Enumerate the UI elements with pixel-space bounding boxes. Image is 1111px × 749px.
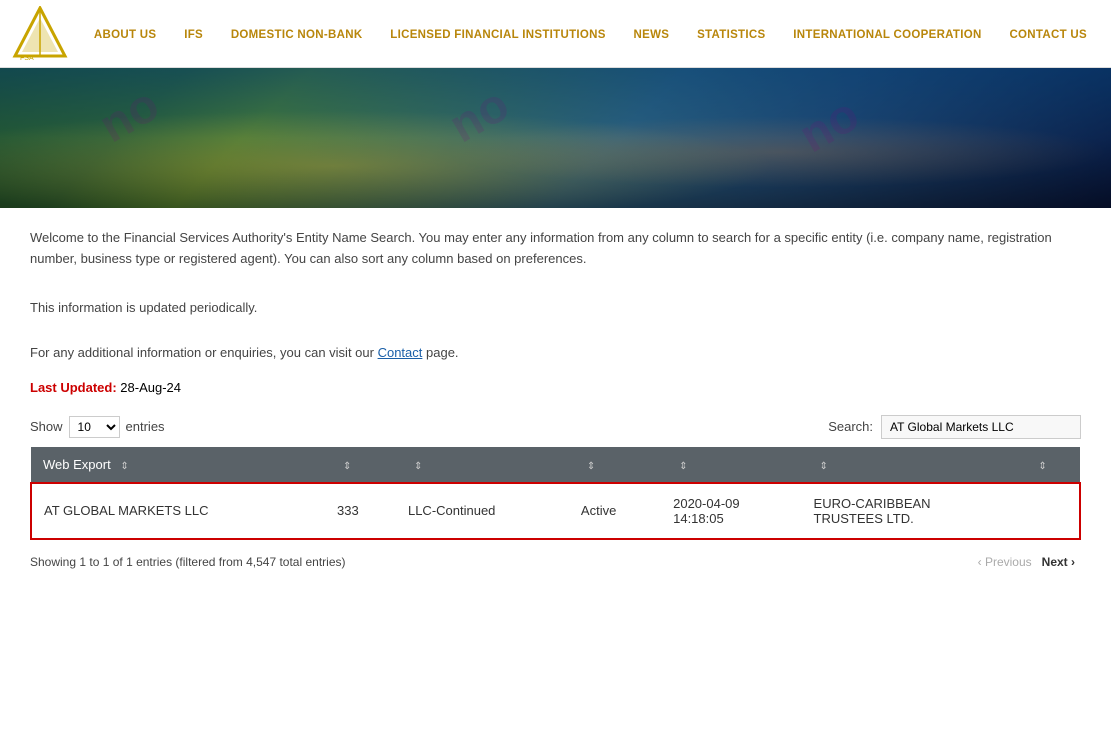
col-header-6[interactable]: ⇕ xyxy=(802,447,1021,483)
contact-link[interactable]: Contact xyxy=(378,345,423,360)
nav-contact-us[interactable]: CONTACT US xyxy=(1005,29,1091,41)
table-row: AT GLOBAL MARKETS LLC 333 LLC-Continued … xyxy=(31,483,1080,539)
entries-label: entries xyxy=(126,419,165,434)
sort-icon-6: ⇕ xyxy=(820,461,828,472)
cell-agent: EURO-CARIBBEAN TRUSTEES LTD. xyxy=(802,483,1021,539)
cell-date-line1: 2020-04-09 xyxy=(673,496,740,511)
pagination-area: Showing 1 to 1 of 1 entries (filtered fr… xyxy=(30,548,1081,571)
col-header-label: Web Export xyxy=(43,457,111,472)
contact-line-before: For any additional information or enquir… xyxy=(30,345,378,360)
showing-text: Showing 1 to 1 of 1 entries (filtered fr… xyxy=(30,555,346,569)
search-input[interactable] xyxy=(881,415,1081,439)
intro-paragraph-3: For any additional information or enquir… xyxy=(30,345,1081,360)
cell-agent-line1: EURO-CARIBBEAN xyxy=(814,496,931,511)
svg-text:FSA: FSA xyxy=(20,55,34,61)
sort-icon-1: ⇕ xyxy=(120,461,128,472)
navigation: FSA ABOUT US IFS DOMESTIC NON-BANK LICEN… xyxy=(0,0,1111,68)
logo: FSA xyxy=(10,6,70,61)
search-area: Search: xyxy=(828,415,1081,439)
show-entries-area: Show 10 25 50 100 entries xyxy=(30,416,165,438)
cell-status: Active xyxy=(569,483,661,539)
nav-licensed-financial[interactable]: LICENSED FINANCIAL INSTITUTIONS xyxy=(386,29,609,41)
cell-extra xyxy=(1020,483,1080,539)
nav-about-us[interactable]: ABOUT US xyxy=(90,29,160,41)
entries-select[interactable]: 10 25 50 100 xyxy=(69,416,120,438)
col-header-7[interactable]: ⇕ xyxy=(1020,447,1080,483)
data-table: Web Export ⇕ ⇕ ⇕ ⇕ ⇕ ⇕ ⇕ AT GLOBAL MARKE… xyxy=(30,447,1081,540)
col-header-3[interactable]: ⇕ xyxy=(396,447,569,483)
cell-business-type: LLC-Continued xyxy=(396,483,569,539)
cell-date-line2: 14:18:05 xyxy=(673,511,724,526)
last-updated: Last Updated: 28-Aug-24 xyxy=(30,380,1081,395)
table-header-row: Web Export ⇕ ⇕ ⇕ ⇕ ⇕ ⇕ ⇕ xyxy=(31,447,1080,483)
cell-date: 2020-04-09 14:18:05 xyxy=(661,483,801,539)
last-updated-date: 28-Aug-24 xyxy=(120,380,181,395)
sort-icon-5: ⇕ xyxy=(679,461,687,472)
cell-company-name: AT GLOBAL MARKETS LLC xyxy=(31,483,325,539)
show-label: Show xyxy=(30,419,63,434)
intro-paragraph-2: This information is updated periodically… xyxy=(30,300,1081,315)
cell-agent-line2: TRUSTEES LTD. xyxy=(814,511,914,526)
table-controls: Show 10 25 50 100 entries Search: xyxy=(30,415,1081,439)
nav-domestic-non-bank[interactable]: DOMESTIC NON-BANK xyxy=(227,29,367,41)
previous-button[interactable]: ‹ Previous xyxy=(978,555,1032,569)
nav-international[interactable]: INTERNATIONAL COOPERATION xyxy=(789,29,985,41)
last-updated-label: Last Updated: xyxy=(30,380,117,395)
intro-paragraph-1: Welcome to the Financial Services Author… xyxy=(30,228,1081,270)
hero-image: no no no xyxy=(0,68,1111,208)
pagination-buttons: ‹ Previous Next › xyxy=(978,553,1081,571)
contact-line-after: page. xyxy=(422,345,458,360)
main-content: Welcome to the Financial Services Author… xyxy=(0,208,1111,591)
col-header-4[interactable]: ⇕ xyxy=(569,447,661,483)
nav-ifs[interactable]: IFS xyxy=(180,29,207,41)
sort-icon-2: ⇕ xyxy=(343,461,351,472)
col-header-2[interactable]: ⇕ xyxy=(325,447,396,483)
nav-news[interactable]: NEWS xyxy=(630,29,674,41)
sort-icon-4: ⇕ xyxy=(587,461,595,472)
cell-reg-number: 333 xyxy=(325,483,396,539)
nav-statistics[interactable]: STATISTICS xyxy=(693,29,769,41)
col-header-5[interactable]: ⇕ xyxy=(661,447,801,483)
next-button[interactable]: Next › xyxy=(1036,553,1081,571)
col-header-web-export[interactable]: Web Export ⇕ xyxy=(31,447,325,483)
search-label: Search: xyxy=(828,419,873,434)
sort-icon-7: ⇕ xyxy=(1038,461,1046,472)
nav-links: ABOUT US IFS DOMESTIC NON-BANK LICENSED … xyxy=(80,26,1101,41)
sort-icon-3: ⇕ xyxy=(414,461,422,472)
